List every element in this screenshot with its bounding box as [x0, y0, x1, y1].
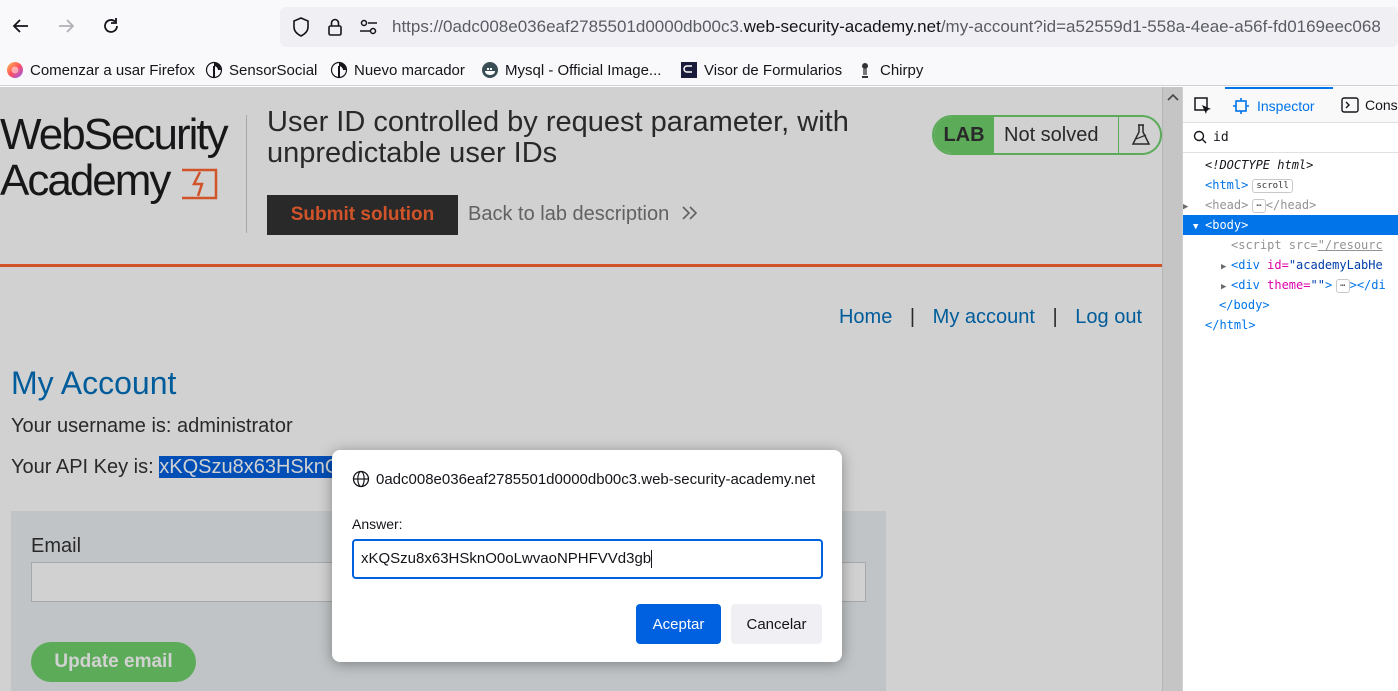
tree-node-html-close[interactable]: </html>	[1183, 315, 1398, 335]
tree-node-div-academy[interactable]: ▶ <div id="academyLabHe	[1183, 255, 1398, 275]
div-tag: <div	[1231, 258, 1268, 272]
docker-icon	[481, 61, 499, 79]
shield-icon[interactable]	[290, 16, 312, 38]
tree-node-script[interactable]: <script src="/resourc	[1183, 235, 1398, 255]
url-text[interactable]: https://0adc008e036eaf2785501d0000db00c3…	[392, 17, 1381, 37]
console-icon	[1341, 97, 1359, 113]
dialog-label: Answer:	[352, 516, 403, 532]
firefox-icon	[6, 61, 24, 79]
expand-triangle-icon[interactable]: ▶	[1183, 197, 1193, 215]
tree-node-body-close[interactable]: </body>	[1183, 295, 1398, 315]
bookmark-item[interactable]: Chirpy	[856, 60, 923, 80]
url-domain: web-security-academy.net	[743, 17, 941, 36]
text-caret	[651, 550, 653, 569]
devtools-panel: Inspector Cons id <!DOCTYPE html> <html>…	[1182, 87, 1398, 691]
bookmark-label: Chirpy	[880, 61, 924, 79]
tree-node-doctype[interactable]: <!DOCTYPE html>	[1183, 155, 1398, 175]
bookmark-label: Visor de Formularios	[704, 61, 843, 79]
search-icon	[1193, 130, 1207, 144]
head-close-tag: </head>	[1265, 198, 1317, 212]
bookmark-label: Mysql - Official Image...	[505, 61, 662, 79]
tree-node-div-theme[interactable]: ▶ <div theme=""> ⋯ ></di	[1183, 275, 1398, 295]
scroll-badge[interactable]: scroll	[1252, 178, 1293, 193]
markup-search[interactable]: id	[1183, 123, 1398, 153]
bookmark-item[interactable]: SensorSocial	[205, 60, 317, 80]
div-tag: <div	[1231, 278, 1268, 292]
browser-toolbar: https://0adc008e036eaf2785501d0000db00c3…	[0, 0, 1398, 54]
inspector-icon	[1233, 98, 1249, 114]
lock-icon[interactable]	[324, 16, 346, 38]
accept-button[interactable]: Aceptar	[636, 604, 721, 644]
div-attr-id-value: "academyLabHe	[1288, 258, 1383, 272]
script-src[interactable]: "/resourc	[1318, 238, 1383, 252]
script-tag: <script	[1231, 238, 1289, 252]
dialog-origin-text: 0adc008e036eaf2785501d0000db00c3.web-sec…	[376, 470, 816, 488]
expand-triangle-icon[interactable]: ▶	[1221, 277, 1231, 295]
bookmark-item[interactable]: Mysql - Official Image...	[481, 60, 661, 80]
div-close-tag: ></di	[1349, 278, 1386, 292]
head-tag: <head>	[1205, 198, 1249, 212]
tree-node-head[interactable]: ▶ <head> ⋯ </head>	[1183, 195, 1398, 215]
answer-input[interactable]: xKQSzu8x63HSknO0oLwvaoNPHFVVd3gb	[352, 539, 823, 579]
devtools-tabs: Inspector Cons	[1183, 87, 1398, 123]
form-viewer-icon	[680, 61, 698, 79]
bookmark-item[interactable]: Nuevo marcador	[330, 60, 465, 80]
body-open-tag: <body>	[1205, 218, 1249, 232]
bookmark-item[interactable]: Comenzar a usar Firefox	[6, 60, 195, 80]
search-input[interactable]: id	[1213, 130, 1229, 145]
element-picker-icon[interactable]	[1191, 95, 1215, 117]
reload-icon[interactable]	[95, 10, 127, 42]
bookmark-label: SensorSocial	[229, 61, 318, 79]
tree-node-body[interactable]: ▼ <body>	[1183, 215, 1398, 235]
html-close-tag: </html>	[1205, 318, 1256, 332]
bookmark-site-icon	[205, 61, 223, 79]
bookmark-label: Nuevo marcador	[354, 61, 465, 79]
permissions-icon[interactable]	[358, 16, 380, 38]
div-attr-id: id=	[1267, 258, 1289, 272]
tab-console-label: Cons	[1365, 97, 1398, 113]
forward-icon[interactable]	[50, 10, 82, 42]
globe-icon	[352, 470, 370, 488]
tree-node-html[interactable]: <html> scroll	[1183, 175, 1398, 195]
bookmark-label: Comenzar a usar Firefox	[30, 61, 196, 79]
div-attr-theme: theme=	[1267, 278, 1311, 292]
back-icon[interactable]	[5, 10, 37, 42]
chirpy-icon	[856, 61, 874, 79]
expand-triangle-icon[interactable]: ▶	[1221, 257, 1231, 275]
tab-inspector-label: Inspector	[1257, 98, 1315, 114]
bookmark-item[interactable]: Visor de Formularios	[680, 60, 842, 80]
dialog-origin: 0adc008e036eaf2785501d0000db00c3.web-sec…	[352, 470, 815, 488]
collapsed-ellipsis[interactable]: ⋯	[1252, 198, 1266, 213]
doctype-text: <!DOCTYPE html>	[1205, 158, 1314, 172]
body-close-tag: </body>	[1219, 298, 1270, 312]
url-prefix: https://0adc008e036eaf2785501d0000db00c3…	[392, 17, 744, 36]
cancel-button[interactable]: Cancelar	[731, 604, 822, 644]
prompt-dialog: 0adc008e036eaf2785501d0000db00c3.web-sec…	[332, 450, 842, 662]
script-attr: src=	[1288, 238, 1318, 252]
tab-inspector[interactable]: Inspector	[1225, 87, 1333, 123]
tab-console[interactable]: Cons	[1341, 87, 1398, 123]
bookmark-site-icon	[330, 61, 348, 79]
answer-value: xKQSzu8x63HSknO0oLwvaoNPHFVVd3gb	[361, 550, 652, 567]
bookmarks-bar: Comenzar a usar Firefox SensorSocial Nue…	[0, 54, 1398, 86]
div-close-bracket: >	[1324, 278, 1333, 292]
collapse-triangle-icon[interactable]: ▼	[1193, 217, 1203, 235]
url-path: /my-account?id=a52559d1-558a-4eae-a56f-f…	[940, 17, 1381, 36]
html-open-tag: <html>	[1205, 178, 1249, 192]
collapsed-ellipsis[interactable]: ⋯	[1336, 278, 1350, 293]
url-bar[interactable]: https://0adc008e036eaf2785501d0000db00c3…	[280, 7, 1398, 47]
div-attr-theme-value: ""	[1310, 278, 1325, 292]
